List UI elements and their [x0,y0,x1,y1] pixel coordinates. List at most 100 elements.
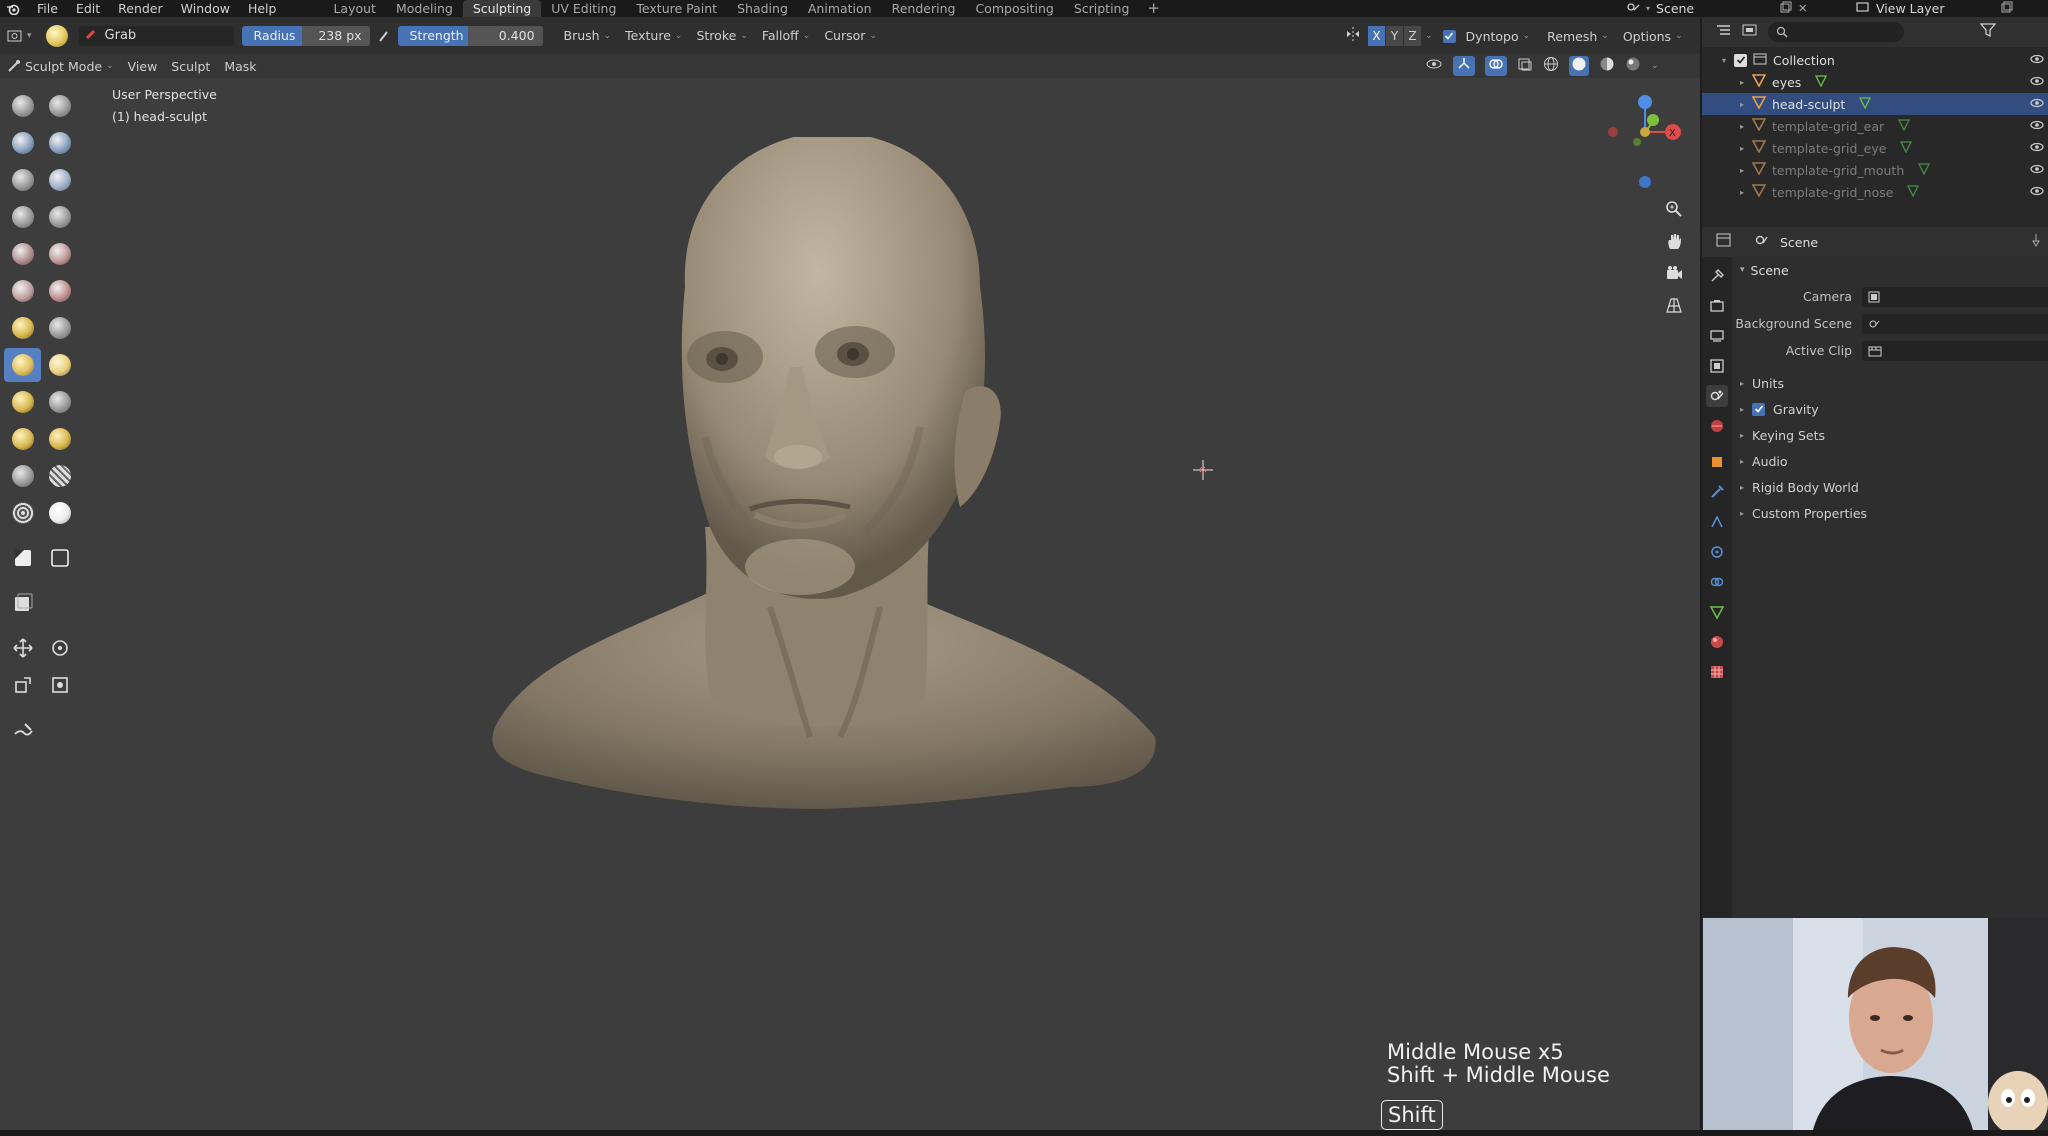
inflate-brush-icon[interactable] [41,163,78,197]
pinch-brush-icon[interactable] [4,311,41,345]
mesh-data-icon[interactable] [1918,162,1931,178]
draw-sharp-brush-icon[interactable] [41,89,78,123]
outliner-editor-icon[interactable] [1716,23,1732,41]
physics-tab-icon[interactable] [1706,541,1728,563]
outliner-search-input[interactable] [1768,22,1904,42]
menu-view[interactable]: View [121,55,165,77]
menu-file[interactable]: File [28,0,67,17]
symmetry-icon[interactable] [1345,26,1361,46]
rotate-brush-icon[interactable] [41,422,78,456]
visibility-icon[interactable] [1425,57,1443,75]
menu-sculpt[interactable]: Sculpt [164,55,217,77]
3d-viewport[interactable]: ▾ Grab Radius 238 px Strength 0.400 Brus… [0,17,1700,1130]
scene-panel-header[interactable]: ▾ Scene [1732,257,2048,283]
data-tab-icon[interactable] [1706,601,1728,623]
options-dropdown[interactable]: Options ⌄ [1616,25,1690,47]
dyntopo-checkbox[interactable] [1442,29,1456,43]
outliner-row[interactable]: ▸ template-grid_nose [1702,181,2048,203]
outliner-row[interactable]: ▸ template-grid_mouth [1702,159,2048,181]
nudge-brush-icon[interactable] [4,422,41,456]
close-icon[interactable]: ✕ [1798,2,1807,15]
snake-hook-brush-icon[interactable] [41,348,78,382]
perspective-toggle-icon[interactable] [1662,293,1686,317]
expand-arrow-icon[interactable]: ▸ [1740,100,1752,109]
outliner-row[interactable]: ▸ template-grid_eye [1702,137,2048,159]
view-layer-selector[interactable]: View Layer [1848,0,2048,17]
tab-uv-editing[interactable]: UV Editing [541,0,626,17]
chevron-down-icon[interactable]: ⌄ [1425,31,1433,41]
expand-arrow-icon[interactable]: ▸ [1740,166,1752,175]
pan-hand-icon[interactable] [1662,229,1686,253]
editor-type-dropdown[interactable]: ▾ [0,25,39,47]
annotate-tool-icon[interactable] [4,713,41,747]
modifier-tab-icon[interactable] [1706,481,1728,503]
draw-brush-icon[interactable] [4,89,41,123]
particles-tab-icon[interactable] [1706,511,1728,533]
visibility-eye-icon[interactable] [2030,119,2044,134]
tab-modeling[interactable]: Modeling [386,0,463,17]
copy-scene-icon[interactable] [1780,1,1792,17]
menu-help[interactable]: Help [239,0,286,17]
simplify-brush-icon[interactable] [41,496,78,530]
visibility-eye-icon[interactable] [2030,53,2044,68]
subpanel-header[interactable]: ▸ Gravity [1732,396,2048,422]
material-tab-icon[interactable] [1706,631,1728,653]
rendered-shading-icon[interactable] [1625,56,1641,76]
visibility-eye-icon[interactable] [2030,163,2044,178]
filter-icon[interactable] [1979,23,1997,41]
expand-arrow-icon[interactable]: ▾ [1722,56,1734,65]
expand-arrow-icon[interactable]: ▸ [1740,188,1752,197]
expand-arrow-icon[interactable]: ▸ [1740,122,1752,131]
scene-tab-icon[interactable] [1706,385,1728,407]
display-mode-icon[interactable] [1742,23,1758,41]
visibility-eye-icon[interactable] [2030,75,2044,90]
tab-layout[interactable]: Layout [323,0,386,17]
active-clip-field[interactable] [1862,340,2048,361]
scale-tool-icon[interactable] [4,668,41,702]
blob-brush-icon[interactable] [4,200,41,234]
tab-scripting[interactable]: Scripting [1064,0,1140,17]
tab-compositing[interactable]: Compositing [965,0,1063,17]
tab-texture-paint[interactable]: Texture Paint [626,0,727,17]
solid-shading-icon[interactable] [1569,56,1589,76]
scrape-brush-icon[interactable] [41,274,78,308]
clay-strips-brush-icon[interactable] [41,126,78,160]
subpanel-header[interactable]: ▸ Keying Sets [1732,422,2048,448]
xray-toggle-icon[interactable] [1517,57,1533,75]
radius-pressure-icon[interactable] [370,25,396,47]
gravity-checkbox[interactable] [1752,402,1766,416]
tab-sculpting[interactable]: Sculpting [462,0,542,17]
output-tab-icon[interactable] [1706,325,1728,347]
elastic-deform-brush-icon[interactable] [41,311,78,345]
object-tab-icon[interactable] [1706,451,1728,473]
brush-dropdown[interactable]: Brush ⌄ [557,25,619,47]
thumb-brush-icon[interactable] [4,385,41,419]
brush-preview-button[interactable] [39,24,75,47]
grab-brush-icon[interactable] [4,347,41,382]
wireframe-shading-icon[interactable] [1543,56,1559,76]
flatten-brush-icon[interactable] [41,237,78,271]
clay-brush-icon[interactable] [4,126,41,160]
texture-tab-icon[interactable] [1706,661,1728,683]
camera-field[interactable] [1862,286,2048,307]
brush-name-field[interactable]: Grab [78,25,234,46]
outliner-row[interactable]: ▸ template-grid_ear [1702,115,2048,137]
menu-edit[interactable]: Edit [67,0,109,17]
menu-mask[interactable]: Mask [217,55,263,77]
overlays-toggle-icon[interactable] [1485,56,1507,76]
expand-arrow-icon[interactable]: ▸ [1740,78,1752,87]
pin-icon[interactable] [2030,233,2042,251]
collection-checkbox[interactable] [1734,53,1747,67]
tab-shading[interactable]: Shading [727,0,798,17]
radius-field[interactable]: Radius 238 px [241,25,370,46]
visibility-eye-icon[interactable] [2030,185,2044,200]
blender-logo-icon[interactable] [4,2,22,16]
menu-window[interactable]: Window [172,0,239,17]
pose-brush-icon[interactable] [41,385,78,419]
mode-dropdown[interactable]: Sculpt Mode ⌄ [0,55,121,77]
subpanel-header[interactable]: ▸ Units [1732,370,2048,396]
render-tab-icon[interactable] [1706,295,1728,317]
symmetry-z-toggle[interactable]: Z [1404,26,1421,46]
outliner-row[interactable]: ▸ eyes [1702,71,2048,93]
move-tool-icon[interactable] [4,631,41,665]
